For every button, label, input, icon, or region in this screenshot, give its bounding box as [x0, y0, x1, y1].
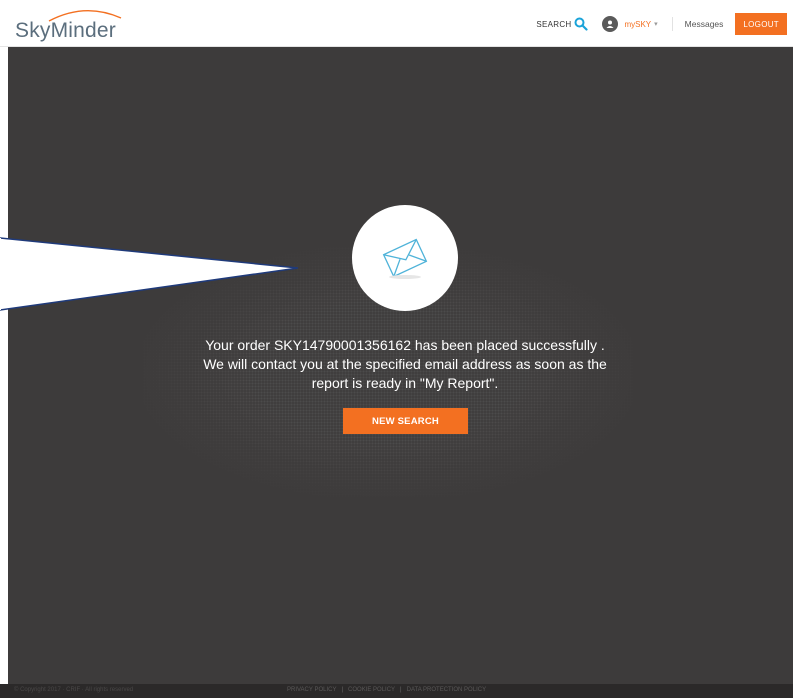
search-link[interactable]: SEARCH — [536, 17, 589, 31]
user-icon — [602, 16, 619, 32]
order-confirmation-message: Your order SKY14790001356162 has been pl… — [170, 336, 640, 393]
search-label: SEARCH — [536, 19, 572, 29]
skyminder-logo[interactable]: SkyMinder — [15, 8, 122, 42]
cookie-policy-link[interactable]: COOKIE POLICY — [348, 687, 395, 693]
top-header: SkyMinder SEARCH mySKY ▾ Messages LOGOUT — [0, 0, 793, 47]
logo-text: SkyMinder — [15, 19, 116, 42]
data-protection-policy-link[interactable]: DATA PROTECTION POLICY — [407, 687, 486, 693]
chevron-down-icon: ▾ — [654, 21, 658, 28]
envelope-badge — [352, 205, 458, 311]
footer-links: PRIVACY POLICY | COOKIE POLICY | DATA PR… — [282, 687, 491, 693]
envelope-icon — [382, 238, 428, 279]
divider — [671, 17, 673, 31]
search-icon — [574, 17, 589, 31]
mysky-label: mySKY — [624, 19, 652, 29]
header-nav: SEARCH mySKY ▾ Messages LOGOUT — [536, 12, 787, 36]
privacy-policy-link[interactable]: PRIVACY POLICY — [287, 687, 336, 693]
messages-link[interactable]: Messages — [685, 19, 724, 29]
copyright-text: © Copyright 2017 · CRIF · All rights res… — [14, 687, 134, 693]
message-line: report is ready in "My Report". — [311, 375, 499, 391]
divider: | — [400, 687, 402, 693]
footer: © Copyright 2017 · CRIF · All rights res… — [0, 684, 793, 698]
message-line: We will contact you at the specified ema… — [203, 356, 607, 372]
divider: | — [341, 687, 344, 693]
mysky-menu[interactable]: mySKY ▾ — [602, 16, 658, 32]
new-search-button[interactable]: NEW SEARCH — [343, 408, 468, 434]
message-line: Your order SKY14790001356162 has been pl… — [205, 337, 605, 353]
logout-button[interactable]: LOGOUT — [735, 13, 787, 35]
